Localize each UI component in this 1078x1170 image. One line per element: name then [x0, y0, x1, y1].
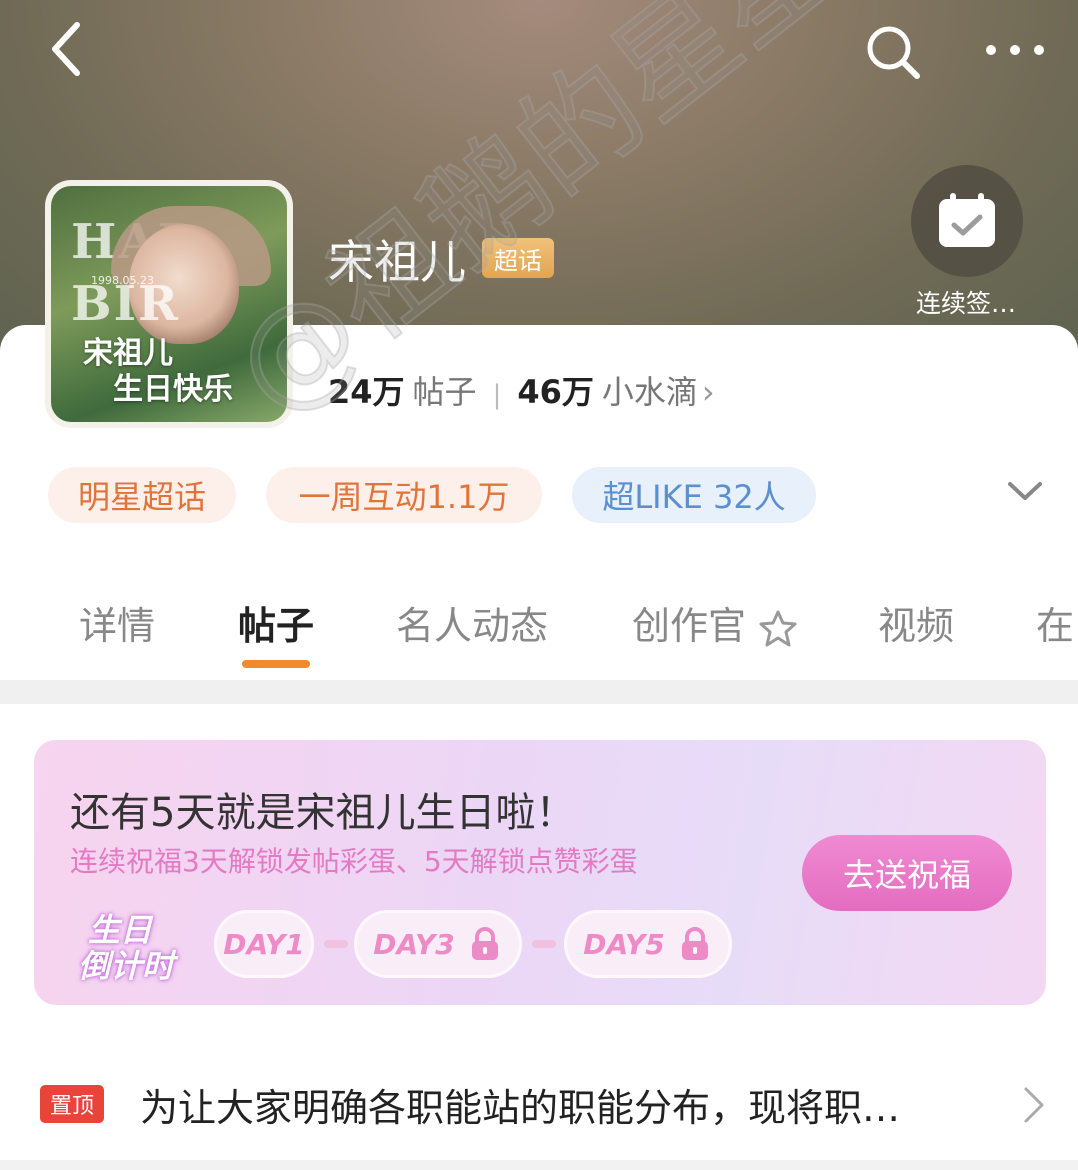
chevron-down-icon [1008, 482, 1042, 500]
section-divider [0, 680, 1078, 704]
back-button[interactable] [30, 14, 100, 84]
pinned-post-title: 为让大家明确各职能站的职能分布，现将职… [140, 1086, 901, 1130]
tab-details[interactable]: 详情 [79, 595, 155, 650]
creator-badge-icon [759, 610, 797, 646]
tab-more[interactable]: 在 [1036, 595, 1074, 650]
calendar-check-icon [939, 193, 995, 247]
posts-label: 帖子 [412, 373, 477, 411]
countdown-logo: 生日 倒计时 [68, 905, 218, 985]
more-button[interactable] [975, 20, 1055, 80]
active-tab-indicator [242, 660, 310, 668]
chevron-right-icon [1024, 1087, 1044, 1123]
lock-icon [681, 927, 708, 960]
day1-pill: DAY1 [214, 910, 314, 978]
connector [532, 940, 556, 948]
expand-tags-button[interactable] [1000, 472, 1050, 512]
day3-pill: DAY3 [354, 910, 522, 978]
bottom-divider [0, 1160, 1078, 1170]
more-dots-icon [986, 45, 1044, 55]
avatar-title: 宋祖儿 生日快乐 [83, 336, 233, 408]
checkin-button[interactable] [911, 165, 1023, 277]
topic-name: 宋祖儿 [328, 235, 466, 289]
stats-row: 24万 帖子 | 46万 小水滴 › [328, 367, 715, 413]
banner-subtitle: 连续祝福3天解锁发帖彩蛋、5天解锁点赞彩蛋 [70, 845, 638, 878]
checkin-label: 连续签… [916, 289, 1017, 318]
pinned-post-row[interactable]: 置顶 为让大家明确各职能站的职能分布，现将职… [0, 1065, 1078, 1145]
tab-posts[interactable]: 帖子 [238, 595, 314, 650]
tag-star-super-topic[interactable]: 明星超话 [48, 467, 236, 523]
drops-chevron-icon[interactable]: › [702, 373, 715, 411]
pinned-badge: 置顶 [40, 1085, 104, 1123]
stats-separator: | [492, 380, 502, 410]
tab-creator-label: 创作官 [632, 604, 747, 648]
banner-title: 还有5天就是宋祖儿生日啦！ [70, 790, 576, 836]
tag-super-like[interactable]: 超LIKE 32人 [572, 467, 816, 523]
countdown-logo-line2: 倒计时 [78, 947, 175, 985]
day5-pill: DAY5 [564, 910, 732, 978]
avatar-image: HAP BIR 1998.05.23 宋祖儿 生日快乐 [51, 186, 287, 422]
day5-label: DAY5 [583, 927, 665, 961]
day3-label: DAY3 [373, 927, 455, 961]
tab-video[interactable]: 视频 [878, 595, 954, 650]
avatar-date: 1998.05.23 [91, 274, 154, 287]
lock-icon [471, 927, 498, 960]
day1-label: DAY1 [223, 927, 305, 961]
tab-bar: 详情 帖子 名人动态 创作官 视频 在 [0, 595, 1078, 655]
avatar-title-line1: 宋祖儿 [83, 336, 173, 371]
super-topic-badge: 超话 [482, 238, 554, 278]
avatar-title-line2: 生日快乐 [113, 372, 233, 407]
back-arrow-icon [52, 22, 80, 76]
connector [324, 940, 348, 948]
search-button[interactable] [855, 14, 930, 89]
top-bar [0, 0, 1078, 110]
drops-label[interactable]: 小水滴 [602, 367, 698, 413]
send-wishes-button[interactable]: 去送祝福 [802, 835, 1012, 911]
search-icon [867, 26, 920, 79]
tab-celebrity-updates[interactable]: 名人动态 [396, 595, 548, 650]
posts-count: 24万 [328, 373, 405, 411]
tab-creator[interactable]: 创作官 [632, 595, 798, 650]
birthday-countdown-banner[interactable]: 还有5天就是宋祖儿生日啦！ 连续祝福3天解锁发帖彩蛋、5天解锁点赞彩蛋 去送祝福… [34, 740, 1046, 1005]
avatar[interactable]: HAP BIR 1998.05.23 宋祖儿 生日快乐 [45, 180, 293, 428]
tag-weekly-interaction[interactable]: 一周互动1.1万 [266, 467, 542, 523]
drops-count[interactable]: 46万 [517, 367, 594, 413]
